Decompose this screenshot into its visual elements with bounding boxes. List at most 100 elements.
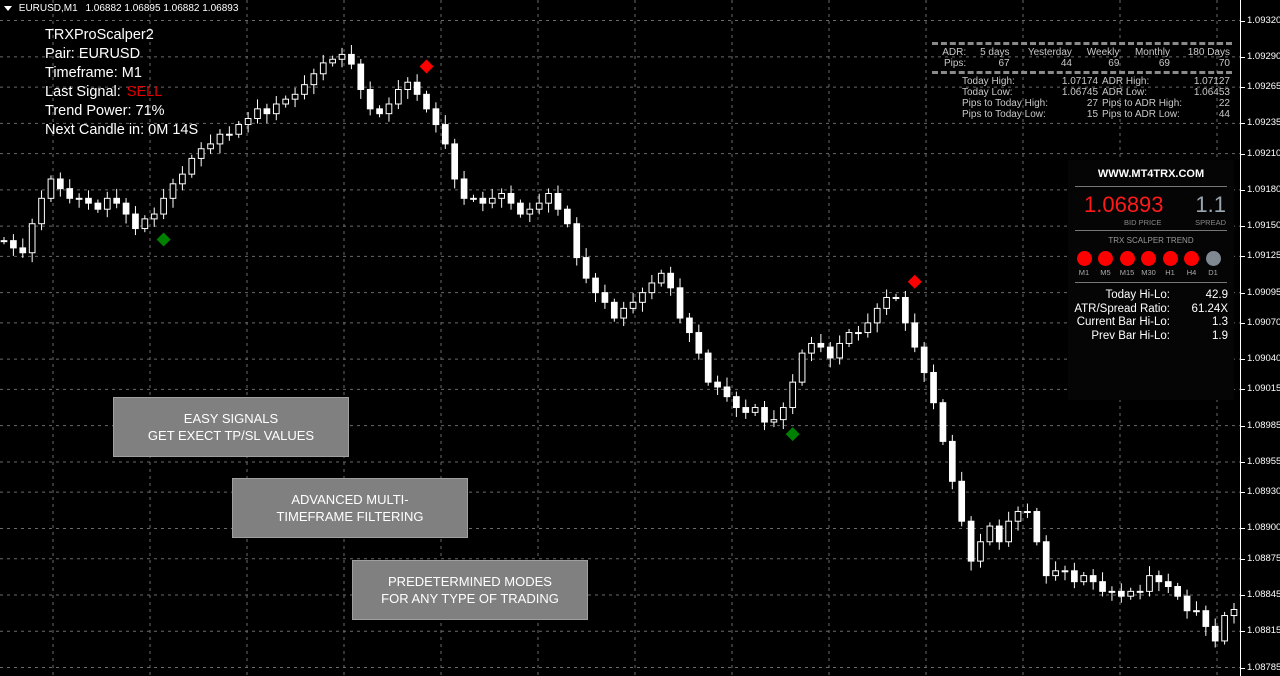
dropdown-triangle-icon[interactable]	[4, 5, 12, 11]
candle-body	[704, 352, 712, 383]
trend-dot-icon	[1119, 251, 1135, 266]
stat-value: 1.3	[1212, 316, 1228, 328]
adr-cell: 1.07127	[1193, 76, 1230, 87]
candle-body	[789, 381, 797, 409]
sell-signal-diamond-icon	[419, 59, 434, 74]
candle-body	[836, 342, 843, 359]
candle-body	[507, 192, 515, 204]
candle-body	[723, 386, 731, 398]
candle-body	[197, 148, 205, 159]
candle-body	[150, 213, 158, 220]
next-candle-timer: Next Candle in: 0M 14S	[45, 122, 199, 138]
trend-label: TRX SCALPER TREND	[1108, 236, 1194, 245]
trend-dot-icon	[1205, 251, 1221, 266]
candle-body	[479, 197, 487, 204]
price-tick: 1.09015	[1241, 383, 1280, 394]
candle-body	[930, 371, 937, 404]
trend-timeframe-label: M5	[1100, 268, 1111, 277]
candle-body	[1080, 575, 1088, 583]
symbol-label: EURUSD,M1	[18, 3, 78, 14]
trend-timeframe-label: M1	[1078, 268, 1090, 277]
candle-body	[1117, 590, 1125, 597]
candle-body	[216, 133, 224, 145]
candle-body	[582, 257, 590, 279]
adr-cell: ADR High:	[1102, 76, 1150, 87]
trx-dashboard: WWW.MT4TRX.COM 1.06893 BID PRICE 1.1 SPR…	[1068, 160, 1234, 400]
adr-pips-cell: 69	[1108, 58, 1120, 69]
adr-cell: Today Low:	[962, 87, 1013, 98]
pair-label: Pair: EURUSD	[45, 46, 141, 62]
candle-body	[1005, 520, 1012, 543]
candle-body	[695, 332, 703, 354]
candle-body	[1099, 581, 1106, 592]
promo-box-modes: PREDETERMINED MODES FOR ANY TYPE OF TRADI…	[352, 560, 588, 620]
adr-levels-table: Today High: 1.07174 ADR High: 1.07127 Today …	[932, 76, 1232, 120]
candle-body	[441, 124, 449, 145]
stat-label: Prev Bar Hi-Lo:	[1091, 329, 1170, 342]
candle-body	[808, 342, 815, 354]
candle-body	[967, 520, 975, 562]
candle-body	[986, 525, 994, 543]
adr-row: Today High: 1.07174 ADR High: 1.07127	[932, 76, 1232, 87]
price-tick: 1.08815	[1241, 625, 1280, 636]
candle-body	[648, 282, 656, 294]
candle-body	[1136, 590, 1144, 593]
candle-body	[911, 322, 919, 348]
stat-value: 1.9	[1212, 329, 1228, 342]
candle-body	[28, 223, 36, 254]
trend-dot-icon	[1098, 251, 1113, 266]
candle-body	[38, 197, 45, 225]
candle-body	[160, 197, 167, 215]
price-tick: 1.08955	[1241, 456, 1280, 467]
price-axis[interactable]: 1.09320 1.09290 1.09265 1.09235 1.09210 1.091…	[1240, 0, 1280, 676]
candle-body	[920, 346, 928, 373]
candle-body	[301, 84, 308, 95]
chart-title-bar: EURUSD,M1 1.06882 1.06895 1.06882 1.0689…	[4, 3, 238, 14]
candle-body	[845, 332, 853, 344]
bid-price-label: BID PRICE	[1124, 218, 1162, 227]
candle-body	[1127, 590, 1135, 597]
candle-body	[826, 346, 834, 359]
price-tick: 1.08900	[1241, 522, 1280, 533]
candle-body	[263, 108, 271, 115]
candle-body	[423, 93, 430, 110]
candle-body	[75, 197, 83, 200]
price-tick: 1.09070	[1241, 317, 1280, 328]
promo-line: EASY SIGNALS	[183, 411, 279, 426]
price-tick-label: 1.09235	[1247, 117, 1280, 129]
candle-body	[1014, 511, 1022, 522]
candle-body	[742, 407, 750, 413]
trend-m30: M30	[1141, 251, 1157, 277]
candle-body	[376, 108, 383, 115]
candle-body	[1089, 575, 1097, 583]
candle-body	[657, 272, 665, 284]
candle-body	[517, 202, 524, 215]
price-tick: 1.08985	[1241, 420, 1280, 431]
ohlc-label: 1.06882 1.06895 1.06882 1.06893	[85, 3, 239, 14]
adr-pips-cell: 67	[998, 58, 1010, 69]
candle-body	[686, 317, 693, 334]
adr-cell: Pips to Today Low:	[962, 109, 1046, 120]
candle-body	[1211, 625, 1219, 642]
candle-body	[1108, 590, 1116, 593]
candle-body	[958, 480, 966, 522]
adr-cell: Pips to Today High:	[962, 98, 1048, 109]
candle-body	[226, 133, 233, 136]
candle-body	[85, 197, 92, 204]
price-tick-label: 1.08815	[1247, 625, 1280, 637]
candle-body	[141, 218, 149, 230]
candle-body	[995, 525, 1003, 543]
candle-body	[188, 157, 196, 175]
price-tick: 1.09095	[1241, 287, 1280, 298]
adr-row: Pips to Today Low: 15 Pips to ADR Low: 44	[932, 109, 1232, 120]
adr-pips-cell: 70	[1218, 58, 1230, 69]
candle-body	[1146, 575, 1153, 592]
candle-body	[902, 296, 909, 324]
trend-h1: H1	[1162, 251, 1178, 277]
candle-body	[1230, 608, 1238, 617]
promo-line: FOR ANY TYPE OF TRADING	[381, 591, 559, 606]
candle-body	[451, 143, 459, 180]
candle-body	[470, 197, 477, 200]
adr-table: ADR: 5 days Yesterday Weekly Monthly 180 Days…	[932, 42, 1232, 120]
candle-body	[1202, 610, 1210, 627]
